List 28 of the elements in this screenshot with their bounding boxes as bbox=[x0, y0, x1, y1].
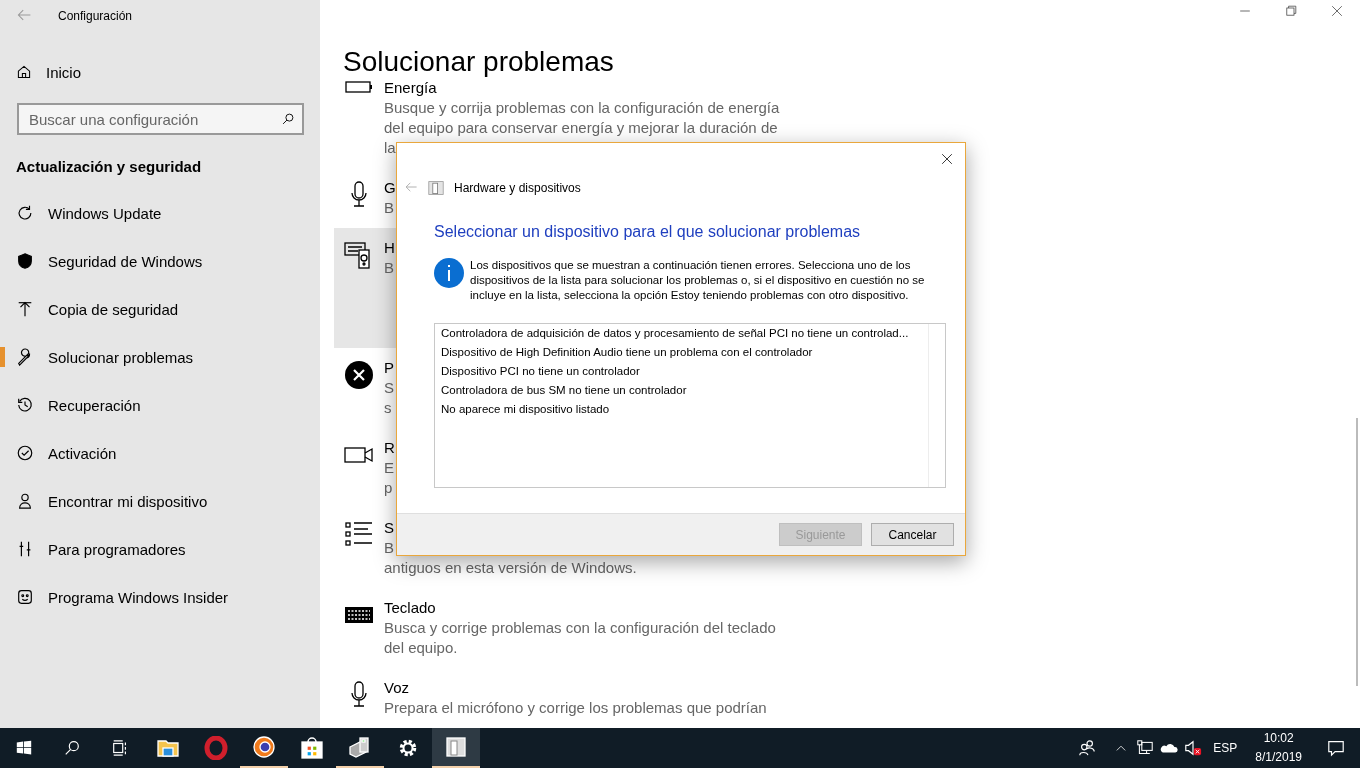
troubleshooter-description: B bbox=[384, 198, 395, 218]
troubleshooter-title: H bbox=[384, 238, 395, 258]
page-title: Solucionar problemas bbox=[343, 45, 615, 79]
troubleshooter-description: B bbox=[384, 538, 395, 558]
troubleshooter-description: E bbox=[384, 458, 395, 478]
info-text: Los dispositivos que se muestran a continuación tienen errores. Selecciona uno de los dispositivos de la lista para solucionar los problemas o, si el dispositivo en cuestión no se incluye en la lista, selecciona la opción Estoy teniendo problemas con otro dispositivo. bbox=[470, 258, 926, 303]
troubleshooter-title: G bbox=[384, 178, 396, 198]
troubleshooter-title: Voz bbox=[384, 678, 411, 698]
troubleshooter-title: Energía bbox=[384, 78, 438, 98]
troubleshooter-description: del equipo para conservar energía y mejorar la duración de bbox=[384, 118, 779, 138]
troubleshooter-description: antiguos en esta versión de Windows. bbox=[384, 558, 637, 578]
troubleshooter-description: Prepara el micrófono y corrige los problemas que podrían bbox=[384, 698, 767, 718]
troubleshooter-description: s bbox=[384, 398, 393, 418]
troubleshooter-description: del equipo. bbox=[384, 638, 459, 658]
section-title: Actualización y seguridad bbox=[16, 157, 203, 177]
troubleshooter-description: p bbox=[384, 478, 394, 498]
window-title: Configuración bbox=[58, 9, 133, 23]
troubleshooter-description: la bbox=[384, 138, 397, 158]
troubleshooter-title: P bbox=[384, 358, 394, 378]
dialog-title: Hardware y dispositivos bbox=[454, 181, 581, 195]
troubleshooter-title: R bbox=[384, 438, 395, 458]
troubleshooter-description: Busque y corrija problemas con la configuración de energía bbox=[384, 98, 780, 118]
troubleshooter-description: Busca y corrige problemas con la configuración del teclado bbox=[384, 618, 776, 638]
troubleshooter-description: S bbox=[384, 378, 394, 398]
troubleshooter-title: S bbox=[384, 518, 395, 538]
troubleshooter-description: B bbox=[384, 258, 395, 278]
troubleshooter-title: Teclado bbox=[384, 598, 437, 618]
dialog-heading: Seleccionar un dispositivo para el que solucionar problemas bbox=[434, 222, 862, 242]
